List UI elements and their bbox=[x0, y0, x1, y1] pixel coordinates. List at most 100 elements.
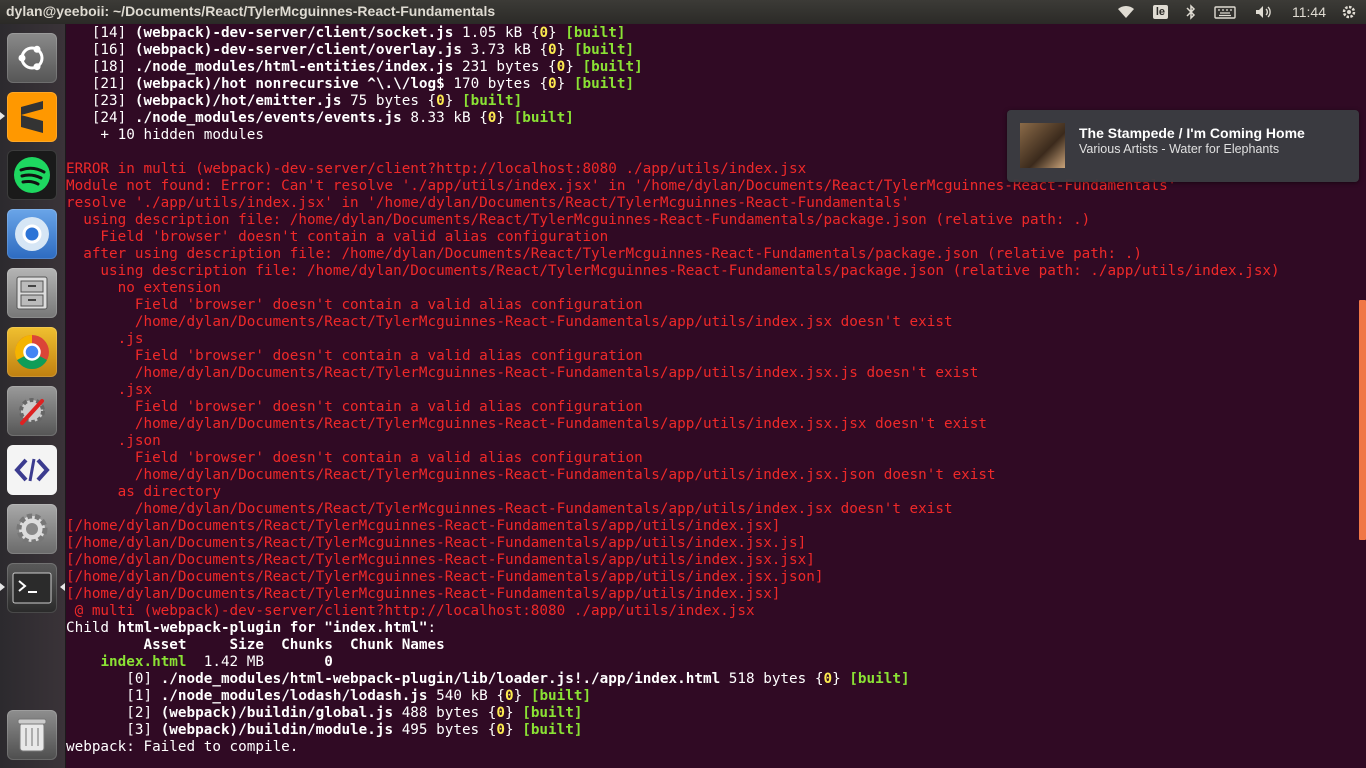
terminal-text: (webpack)/hot nonrecursive ^\.\/log$ bbox=[134, 76, 445, 92]
gear-icon[interactable] bbox=[7, 504, 57, 554]
terminal-text: [built] bbox=[573, 76, 635, 92]
terminal-line: [14] (webpack)-dev-server/client/socket.… bbox=[66, 25, 626, 42]
code-brackets-icon[interactable] bbox=[7, 445, 57, 495]
terminal-text: /home/dylan/Documents/React/TylerMcguinn… bbox=[66, 467, 996, 483]
terminal-text: as directory bbox=[66, 484, 221, 500]
terminal-line: @ multi (webpack)-dev-server/client?http… bbox=[66, 603, 755, 620]
terminal-line: .jsx bbox=[66, 382, 152, 399]
terminal-text: ./node_modules/html-entities/index.js bbox=[134, 59, 454, 75]
ubuntu-logo-icon[interactable] bbox=[7, 33, 57, 83]
terminal-text: } bbox=[505, 705, 523, 721]
terminal-line: as directory bbox=[66, 484, 221, 501]
terminal-text: [built] bbox=[573, 42, 635, 58]
terminal-text: { bbox=[496, 688, 506, 704]
terminal-line: [18] ./node_modules/html-entities/index.… bbox=[66, 59, 643, 76]
terminal-text: 0 bbox=[548, 76, 557, 92]
terminal-text: (webpack)-dev-server/client/socket.js bbox=[134, 25, 454, 41]
scrollbar-thumb[interactable] bbox=[1359, 300, 1366, 540]
terminal-line: index.html 1.42 MB 0 bbox=[66, 654, 332, 671]
terminal-text: [3] bbox=[66, 722, 161, 738]
terminal-text: /home/dylan/Documents/React/TylerMcguinn… bbox=[66, 314, 953, 330]
terminal-line: Child html-webpack-plugin for "index.htm… bbox=[66, 620, 436, 637]
terminal-line: [3] (webpack)/buildin/module.js 495 byte… bbox=[66, 722, 582, 739]
terminal-text: Field 'browser' doesn't contain a valid … bbox=[66, 348, 643, 364]
terminal-text: [1] bbox=[66, 688, 161, 704]
terminal-line: [1] ./node_modules/lodash/lodash.js 540 … bbox=[66, 688, 591, 705]
terminal-text: [built] bbox=[522, 722, 583, 738]
terminal-text: no extension bbox=[66, 280, 221, 296]
bluetooth-icon[interactable] bbox=[1186, 4, 1196, 20]
wrench-screwdriver-icon[interactable] bbox=[7, 386, 57, 436]
terminal-text: } bbox=[556, 76, 574, 92]
terminal-text: [/home/dylan/Documents/React/TylerMcguin… bbox=[66, 586, 781, 602]
terminal-text: [14] bbox=[66, 25, 135, 41]
terminal-text: Field 'browser' doesn't contain a valid … bbox=[66, 450, 643, 466]
terminal-text: [/home/dylan/Documents/React/TylerMcguin… bbox=[66, 552, 815, 568]
terminal-line: [2] (webpack)/buildin/global.js 488 byte… bbox=[66, 705, 582, 722]
terminal-text: [18] bbox=[66, 59, 135, 75]
terminal-text: { bbox=[539, 42, 549, 58]
notification-body: Various Artists - Water for Elephants bbox=[1079, 142, 1280, 156]
terminal-line: webpack: Failed to compile. bbox=[66, 739, 298, 756]
indicator-area: le 11:44 bbox=[1108, 0, 1366, 24]
terminal-text: } bbox=[513, 688, 531, 704]
terminal-text: { bbox=[539, 76, 549, 92]
terminal-text: [built] bbox=[461, 93, 523, 109]
top-panel: dylan@yeeboii: ~/Documents/React/TylerMc… bbox=[0, 0, 1366, 24]
terminal-text: .json bbox=[66, 433, 161, 449]
chromium-icon[interactable] bbox=[7, 209, 57, 259]
terminal-line: [/home/dylan/Documents/React/TylerMcguin… bbox=[66, 518, 780, 535]
terminal-text: (webpack)/buildin/global.js bbox=[160, 705, 394, 721]
terminal-text: 0 bbox=[496, 722, 505, 738]
terminal-text: 170 bytes bbox=[444, 76, 540, 92]
terminal-text: : bbox=[427, 620, 437, 636]
terminal-text: } bbox=[548, 25, 566, 41]
terminal-line: /home/dylan/Documents/React/TylerMcguinn… bbox=[66, 467, 996, 484]
keyboard-layout-indicator[interactable]: le bbox=[1152, 5, 1168, 19]
terminal-line: using description file: /home/dylan/Docu… bbox=[66, 212, 1090, 229]
terminal-line: ERROR in multi (webpack)-dev-server/clie… bbox=[66, 161, 806, 178]
music-notification: The Stampede / I'm Coming Home Various A… bbox=[1007, 110, 1359, 182]
terminal-text: Child bbox=[66, 620, 118, 636]
terminal-line: + 10 hidden modules bbox=[66, 127, 264, 144]
terminal-text: 75 bytes bbox=[341, 93, 428, 109]
spotify-icon[interactable] bbox=[7, 150, 57, 200]
terminal-text: + 10 hidden modules bbox=[66, 127, 264, 143]
sublime-text-icon[interactable] bbox=[7, 92, 57, 142]
terminal-line: [0] ./node_modules/html-webpack-plugin/l… bbox=[66, 671, 909, 688]
file-cabinet-icon[interactable] bbox=[7, 268, 57, 318]
terminal-text: (webpack)/hot/emitter.js bbox=[134, 93, 342, 109]
terminal-line: .json bbox=[66, 433, 161, 450]
terminal-line: Field 'browser' doesn't contain a valid … bbox=[66, 450, 643, 467]
terminal-line: /home/dylan/Documents/React/TylerMcguinn… bbox=[66, 365, 979, 382]
terminal-text: [built] bbox=[522, 705, 583, 721]
terminal-text: 0 bbox=[539, 25, 549, 41]
terminal-line: [/home/dylan/Documents/React/TylerMcguin… bbox=[66, 535, 806, 552]
terminal-text: [built] bbox=[582, 59, 643, 75]
terminal-text: .jsx bbox=[66, 382, 153, 398]
terminal-line: /home/dylan/Documents/React/TylerMcguinn… bbox=[66, 416, 987, 433]
terminal-text: { bbox=[548, 59, 557, 75]
terminal-text: webpack: Failed to compile. bbox=[66, 739, 299, 755]
wifi-icon[interactable] bbox=[1117, 5, 1135, 19]
terminal-text: 0 bbox=[548, 42, 557, 58]
terminal-text: } bbox=[565, 59, 583, 75]
terminal-line: [23] (webpack)/hot/emitter.js 75 bytes {… bbox=[66, 93, 522, 110]
terminal-line: [24] ./node_modules/events/events.js 8.3… bbox=[66, 110, 574, 127]
terminal-icon[interactable] bbox=[7, 563, 57, 613]
terminal-text: } bbox=[556, 42, 574, 58]
volume-icon[interactable] bbox=[1254, 4, 1274, 20]
clock[interactable]: 11:44 bbox=[1292, 4, 1326, 20]
gear-icon[interactable] bbox=[1341, 4, 1357, 20]
chrome-icon[interactable] bbox=[7, 327, 57, 377]
album-art bbox=[1020, 123, 1065, 168]
trash-icon[interactable] bbox=[7, 710, 57, 760]
terminal-line: /home/dylan/Documents/React/TylerMcguinn… bbox=[66, 314, 953, 331]
terminal-text: [0] bbox=[66, 671, 161, 687]
terminal-line: Field 'browser' doesn't contain a valid … bbox=[66, 348, 643, 365]
terminal-text: { bbox=[427, 93, 437, 109]
keyboard-icon[interactable] bbox=[1214, 5, 1236, 19]
running-indicator bbox=[0, 112, 5, 120]
terminal-line: Field 'browser' doesn't contain a valid … bbox=[66, 399, 643, 416]
notification-title: The Stampede / I'm Coming Home bbox=[1079, 125, 1305, 141]
